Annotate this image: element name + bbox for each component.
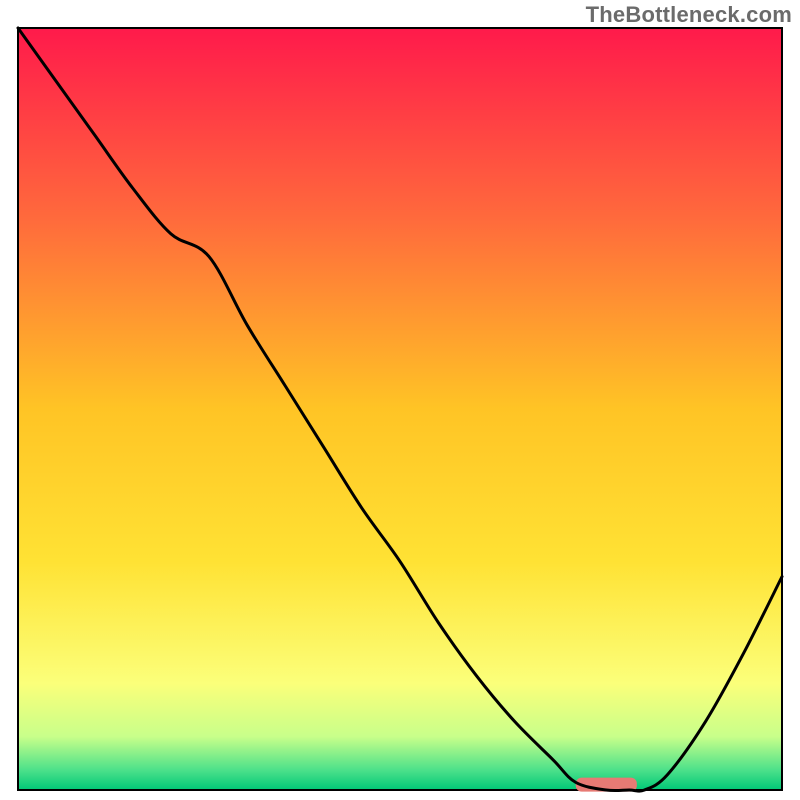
plot-background [18, 28, 782, 790]
bottleneck-chart [0, 0, 800, 800]
